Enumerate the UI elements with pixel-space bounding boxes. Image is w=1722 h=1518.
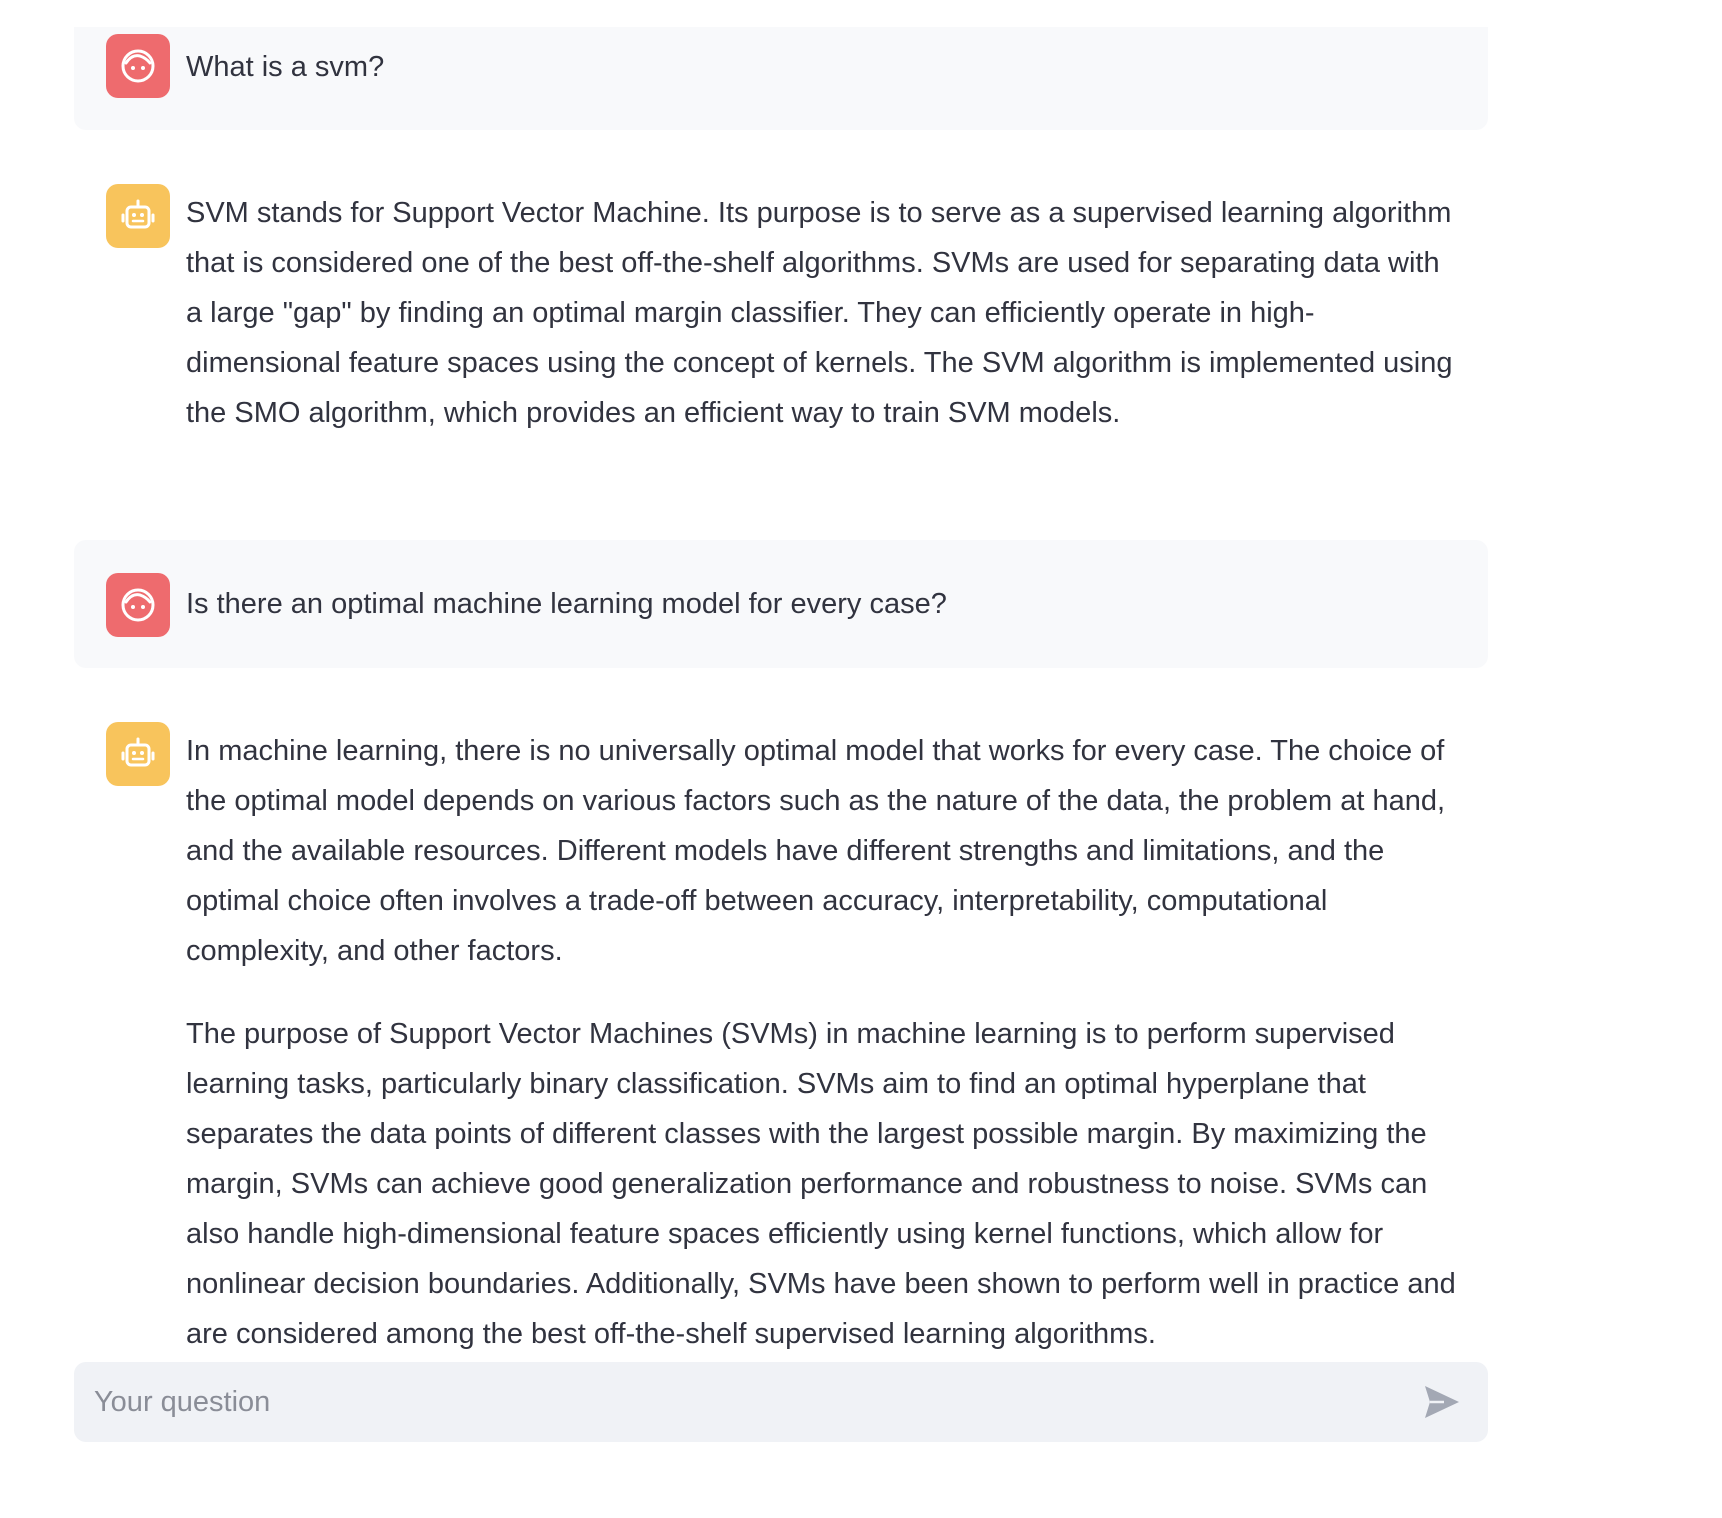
chat-message-assistant: SVM stands for Support Vector Machine. I… <box>74 182 1488 477</box>
message-paragraph: The purpose of Support Vector Machines (… <box>186 1018 1456 1350</box>
message-content: In machine learning, there is no univers… <box>186 726 1456 1359</box>
message-content: What is a svm? <box>186 33 1456 92</box>
chat-message-user: What is a svm? <box>74 27 1488 130</box>
user-avatar <box>106 34 170 98</box>
chat-message-list: What is a svm? SVM stands for Support Ve… <box>74 27 1488 1380</box>
chat-input-bar <box>74 1362 1488 1442</box>
message-paragraph: In machine learning, there is no univers… <box>186 735 1446 967</box>
send-icon <box>1425 1386 1459 1418</box>
assistant-avatar <box>106 184 170 248</box>
message-paragraph: SVM stands for Support Vector Machine. I… <box>186 197 1453 429</box>
user-avatar <box>106 573 170 637</box>
message-paragraph: Is there an optimal machine learning mod… <box>186 588 947 620</box>
assistant-avatar <box>106 722 170 786</box>
message-content: Is there an optimal machine learning mod… <box>186 546 1456 629</box>
message-paragraph: What is a svm? <box>186 51 385 83</box>
chat-message-assistant: In machine learning, there is no univers… <box>74 720 1488 1380</box>
user-face-icon <box>121 49 155 83</box>
robot-icon <box>121 199 155 229</box>
robot-icon <box>121 737 155 767</box>
send-button[interactable] <box>1418 1378 1466 1426</box>
user-face-icon <box>121 588 155 622</box>
message-content: SVM stands for Support Vector Machine. I… <box>186 188 1456 438</box>
question-input[interactable] <box>92 1384 1418 1420</box>
chat-message-user: Is there an optimal machine learning mod… <box>74 540 1488 668</box>
